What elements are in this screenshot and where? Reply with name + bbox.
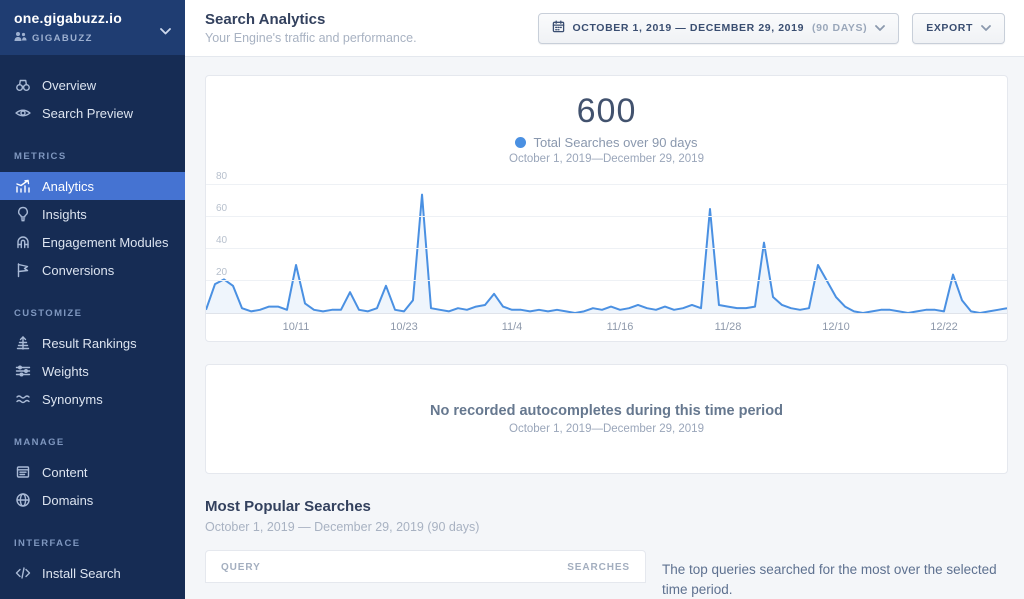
sidebar-item-engagement-modules[interactable]: Engagement Modules <box>0 228 185 256</box>
sidebar-item-label: Content <box>42 465 88 480</box>
sidebar-item-label: Engagement Modules <box>42 235 168 250</box>
popular-searches-note: The top queries searched for the most ov… <box>662 550 1008 599</box>
x-tick-label: 12/10 <box>822 321 850 333</box>
sidebar-item-label: Analytics <box>42 179 94 194</box>
engine-name: one.gigabuzz.io <box>14 10 171 26</box>
sidebar-item-label: Synonyms <box>42 392 103 407</box>
sidebar-item-conversions[interactable]: Conversions <box>0 256 185 284</box>
gridline: 20 <box>206 280 1007 281</box>
x-tick-label: 11/28 <box>715 321 742 333</box>
autocompletes-message: No recorded autocompletes during this ti… <box>430 403 783 419</box>
popular-searches-title: Most Popular Searches <box>205 498 1008 515</box>
sidebar-item-result-rankings[interactable]: Result Rankings <box>0 329 185 357</box>
sliders-icon <box>14 363 31 379</box>
sidebar-section-customize: CUSTOMIZE <box>0 308 185 319</box>
popular-searches-subtitle: October 1, 2019 — December 29, 2019 (90 … <box>205 520 1008 534</box>
sidebar-item-label: Search Preview <box>42 106 133 121</box>
sidebar-section-interface: INTERFACE <box>0 538 185 549</box>
lightbulb-icon <box>14 206 31 222</box>
document-icon <box>14 464 31 480</box>
magnet-icon <box>14 234 31 250</box>
sidebar-item-label: Overview <box>42 78 96 93</box>
synonyms-icon <box>14 391 31 407</box>
flag-icon <box>14 262 31 278</box>
sidebar-item-synonyms[interactable]: Synonyms <box>0 385 185 413</box>
code-icon <box>14 565 31 581</box>
page-subtitle: Your Engine's traffic and performance. <box>205 31 417 45</box>
date-range-days: (90 DAYS) <box>812 22 867 34</box>
eye-icon <box>14 105 31 121</box>
series-dot-icon <box>515 137 526 148</box>
chart-plot[interactable]: 20 40 60 80 <box>206 177 1007 314</box>
chart-date-range: October 1, 2019—December 29, 2019 <box>206 153 1007 165</box>
x-tick-label: 11/16 <box>607 321 634 333</box>
sidebar-item-weights[interactable]: Weights <box>0 357 185 385</box>
chart-x-axis: 10/11 10/23 11/4 11/16 11/28 12/10 12/22 <box>206 314 1007 341</box>
sidebar-item-label: Conversions <box>42 263 114 278</box>
x-tick-label: 12/22 <box>930 321 958 333</box>
sidebar-section-manage: MANAGE <box>0 437 185 448</box>
date-range-button[interactable]: OCTOBER 1, 2019 — DECEMBER 29, 2019 (90 … <box>538 13 900 44</box>
calendar-icon <box>552 20 565 36</box>
globe-icon <box>14 492 31 508</box>
app-window: one.gigabuzz.io GIGABUZZ Overview <box>0 0 1024 599</box>
chart-area-path <box>206 195 1007 313</box>
sidebar-item-insights[interactable]: Insights <box>0 200 185 228</box>
autocompletes-card: No recorded autocompletes during this ti… <box>205 364 1008 474</box>
page-title: Search Analytics <box>205 11 417 28</box>
column-header-searches: SEARCHES <box>567 562 630 573</box>
gridline: 80 <box>206 184 1007 185</box>
sidebar-item-overview[interactable]: Overview <box>0 71 185 99</box>
x-tick-label: 10/23 <box>390 321 418 333</box>
series-legend-label: Total Searches over 90 days <box>533 135 697 150</box>
total-searches-card: 600 Total Searches over 90 days October … <box>205 75 1008 342</box>
chart-line-path <box>206 195 1007 313</box>
sidebar-item-analytics[interactable]: Analytics <box>0 172 185 200</box>
binoculars-icon <box>14 77 31 93</box>
sidebar-item-domains[interactable]: Domains <box>0 486 185 514</box>
gridline: 60 <box>206 216 1007 217</box>
x-tick-label: 10/11 <box>283 321 310 333</box>
sidebar-item-label: Install Search <box>42 566 121 581</box>
page-header: Search Analytics Your Engine's traffic a… <box>185 0 1024 57</box>
column-header-query: QUERY <box>221 562 261 573</box>
team-icon <box>14 31 27 45</box>
engine-switcher[interactable]: one.gigabuzz.io GIGABUZZ <box>0 0 185 55</box>
date-range-label: OCTOBER 1, 2019 — DECEMBER 29, 2019 <box>573 22 804 34</box>
x-tick-label: 11/4 <box>502 321 523 333</box>
searches-line-chart <box>206 177 1007 313</box>
sidebar-item-content[interactable]: Content <box>0 458 185 486</box>
export-button[interactable]: EXPORT <box>912 13 1005 44</box>
chevron-down-icon <box>160 22 171 40</box>
gridline: 40 <box>206 248 1007 249</box>
export-label: EXPORT <box>926 22 973 34</box>
autocompletes-date-range: October 1, 2019—December 29, 2019 <box>509 423 704 435</box>
total-searches-value: 600 <box>206 92 1007 131</box>
sidebar-item-label: Result Rankings <box>42 336 137 351</box>
sidebar-item-label: Domains <box>42 493 93 508</box>
popular-searches-table: QUERY SEARCHES <box>205 550 646 583</box>
chevron-down-icon <box>981 22 991 34</box>
sidebar-item-search-preview[interactable]: Search Preview <box>0 99 185 127</box>
account-name: GIGABUZZ <box>32 33 93 44</box>
sidebar: one.gigabuzz.io GIGABUZZ Overview <box>0 0 185 599</box>
analytics-chart-icon <box>14 178 31 194</box>
ranking-icon <box>14 335 31 351</box>
content-area: 600 Total Searches over 90 days October … <box>185 57 1024 599</box>
sidebar-item-label: Weights <box>42 364 89 379</box>
sidebar-item-install-search[interactable]: Install Search <box>0 559 185 587</box>
sidebar-item-label: Insights <box>42 207 87 222</box>
sidebar-section-metrics: METRICS <box>0 151 185 162</box>
chevron-down-icon <box>875 22 885 34</box>
